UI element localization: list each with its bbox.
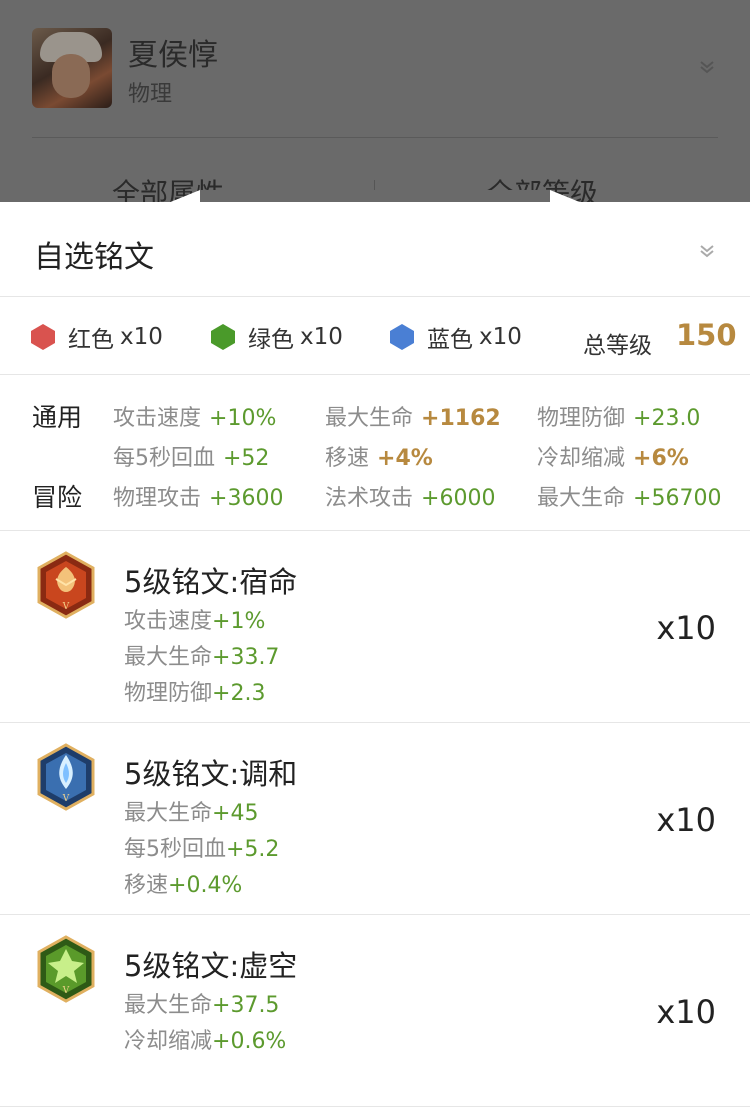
rune-count: x10 xyxy=(656,993,716,1031)
hero-type: 物理 xyxy=(128,82,173,107)
rune-name: 5级铭文:宿命 xyxy=(124,565,298,599)
adventure-label: 冒险 xyxy=(32,483,83,512)
color-label: 绿色 xyxy=(248,327,294,353)
stats-summary: 通用 冒险 攻击速度 +10% 最大生命 +1162 物理防御 +23.0 每5秒回血… xyxy=(0,376,750,531)
stat-item: 物理防御 +23.0 xyxy=(537,406,701,431)
stat-item: 最大生命 +1162 xyxy=(325,406,501,431)
red-count: 红色 x10 xyxy=(30,322,163,353)
rune-attr: 每5秒回血+5.2 xyxy=(124,837,280,862)
total-level-value: 150 xyxy=(676,318,737,352)
rune-name: 5级铭文:调和 xyxy=(124,757,298,791)
rune-item[interactable]: V 5级铭文:调和 最大生命+45 每5秒回血+5.2 移速+0.4% x10 xyxy=(0,723,750,915)
color-summary: 红色 x10 绿色 x10 蓝色 x10 总等级 150 xyxy=(0,298,750,375)
rune-attr: 移速+0.4% xyxy=(124,873,243,898)
rune-attr: 最大生命+45 xyxy=(124,801,259,826)
total-level-label: 总等级 xyxy=(583,333,652,359)
rune-count: x10 xyxy=(656,609,716,647)
divider xyxy=(32,137,718,138)
green-hexagon-icon xyxy=(211,324,235,350)
rune-attr: 物理防御+2.3 xyxy=(124,681,266,706)
blue-hexagon-icon xyxy=(390,324,414,350)
stat-item: 移速 +4% xyxy=(325,446,433,471)
rune-sheet: 自选铭文 红色 x10 绿色 x10 蓝色 x10 总等级 150 通用 冒险 … xyxy=(0,202,750,1112)
chevron-down-icon xyxy=(700,61,714,74)
rune-attr: 最大生命+33.7 xyxy=(124,645,280,670)
chevron-down-icon[interactable] xyxy=(698,242,716,260)
color-count: x10 xyxy=(120,324,163,350)
stat-item: 冷却缩减 +6% xyxy=(537,446,689,471)
general-label: 通用 xyxy=(32,403,83,432)
hero-name: 夏侯惇 xyxy=(128,38,218,73)
color-label: 红色 xyxy=(68,327,114,353)
color-count: x10 xyxy=(300,324,343,350)
svg-text:V: V xyxy=(62,986,70,996)
rune-item[interactable]: V 5级铭文:宿命 攻击速度+1% 最大生命+33.7 物理防御+2.3 x10 xyxy=(0,531,750,723)
color-label: 蓝色 xyxy=(427,327,473,353)
stat-item: 最大生命 +56700 xyxy=(537,486,722,511)
stat-item: 每5秒回血 +52 xyxy=(113,446,270,471)
blue-rune-icon: V xyxy=(37,743,95,811)
sheet-header[interactable]: 自选铭文 xyxy=(0,202,750,297)
stat-item: 攻击速度 +10% xyxy=(113,406,277,431)
green-rune-icon: V xyxy=(37,935,95,1003)
green-count: 绿色 x10 xyxy=(210,322,343,353)
stat-item: 物理攻击 +3600 xyxy=(113,486,284,511)
rune-count: x10 xyxy=(656,801,716,839)
color-count: x10 xyxy=(479,324,522,350)
rune-attr: 最大生命+37.5 xyxy=(124,993,280,1018)
sheet-title: 自选铭文 xyxy=(34,240,154,275)
stat-item: 法术攻击 +6000 xyxy=(325,486,496,511)
red-rune-icon: V xyxy=(37,551,95,619)
svg-text:V: V xyxy=(62,602,70,612)
red-hexagon-icon xyxy=(31,324,55,350)
hero-selector[interactable]: 夏侯惇 物理 xyxy=(0,0,750,138)
svg-text:V: V xyxy=(62,794,70,804)
rune-attr: 攻击速度+1% xyxy=(124,609,266,634)
rune-item[interactable]: V 5级铭文:虚空 最大生命+37.5 冷却缩减+0.6% x10 xyxy=(0,915,750,1107)
hero-avatar xyxy=(32,28,112,108)
rune-attr: 冷却缩减+0.6% xyxy=(124,1029,287,1054)
rune-name: 5级铭文:虚空 xyxy=(124,949,298,983)
blue-count: 蓝色 x10 xyxy=(389,322,522,353)
